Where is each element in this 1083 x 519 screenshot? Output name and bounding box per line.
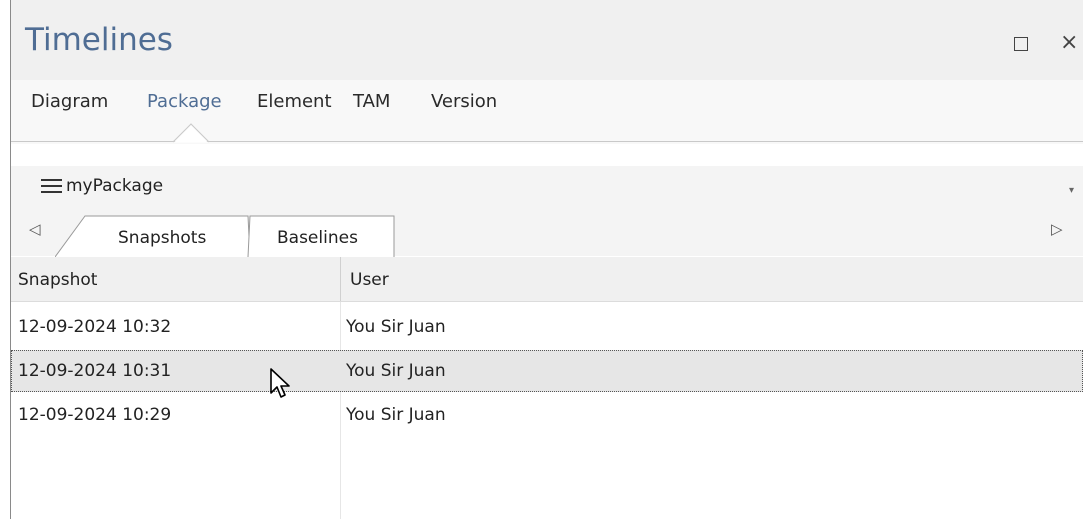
window-title: Timelines [25, 22, 173, 58]
user-cell: You Sir Juan [346, 361, 446, 381]
snapshot-cell: 12-09-2024 10:31 [18, 361, 172, 381]
tab-package[interactable]: Package [147, 91, 222, 112]
tab-element[interactable]: Element [257, 91, 332, 112]
snapshot-cell: 12-09-2024 10:32 [18, 317, 172, 337]
tab-baselines[interactable]: Baselines [277, 228, 358, 248]
dropdown-arrow-icon[interactable]: ▾ [1069, 185, 1074, 196]
menu-icon[interactable] [41, 179, 62, 194]
table-row[interactable]: 12-09-2024 10:32 You Sir Juan [11, 306, 1083, 348]
maximize-icon[interactable] [1014, 37, 1028, 51]
user-cell: You Sir Juan [346, 405, 446, 425]
user-cell: You Sir Juan [346, 317, 446, 337]
tab-diagram[interactable]: Diagram [31, 91, 108, 112]
mouse-cursor-icon [270, 368, 290, 398]
scroll-right-icon[interactable]: ▷ [1051, 220, 1063, 238]
table-row[interactable]: 12-09-2024 10:31 You Sir Juan [11, 350, 1083, 392]
snapshot-cell: 12-09-2024 10:29 [18, 405, 172, 425]
column-header-snapshot[interactable]: Snapshot [18, 270, 97, 290]
tab-snapshots[interactable]: Snapshots [118, 228, 206, 248]
timelines-panel: Timelines × Diagram Package Element TAM … [11, 0, 1083, 519]
scroll-left-icon[interactable]: ◁ [29, 220, 41, 238]
column-separator[interactable] [340, 257, 341, 301]
grid-header [11, 257, 1083, 302]
package-selector-bar[interactable] [11, 166, 1083, 208]
column-header-user[interactable]: User [350, 270, 389, 290]
tab-version[interactable]: Version [431, 91, 497, 112]
close-icon[interactable]: × [1060, 30, 1078, 55]
active-tab-indicator [173, 123, 210, 143]
tab-tam[interactable]: TAM [353, 91, 390, 112]
package-name[interactable]: myPackage [66, 176, 163, 196]
mode-tab-bar [11, 80, 1083, 144]
table-row[interactable]: 12-09-2024 10:29 You Sir Juan [11, 394, 1083, 436]
mode-tab-divider [11, 141, 1083, 142]
